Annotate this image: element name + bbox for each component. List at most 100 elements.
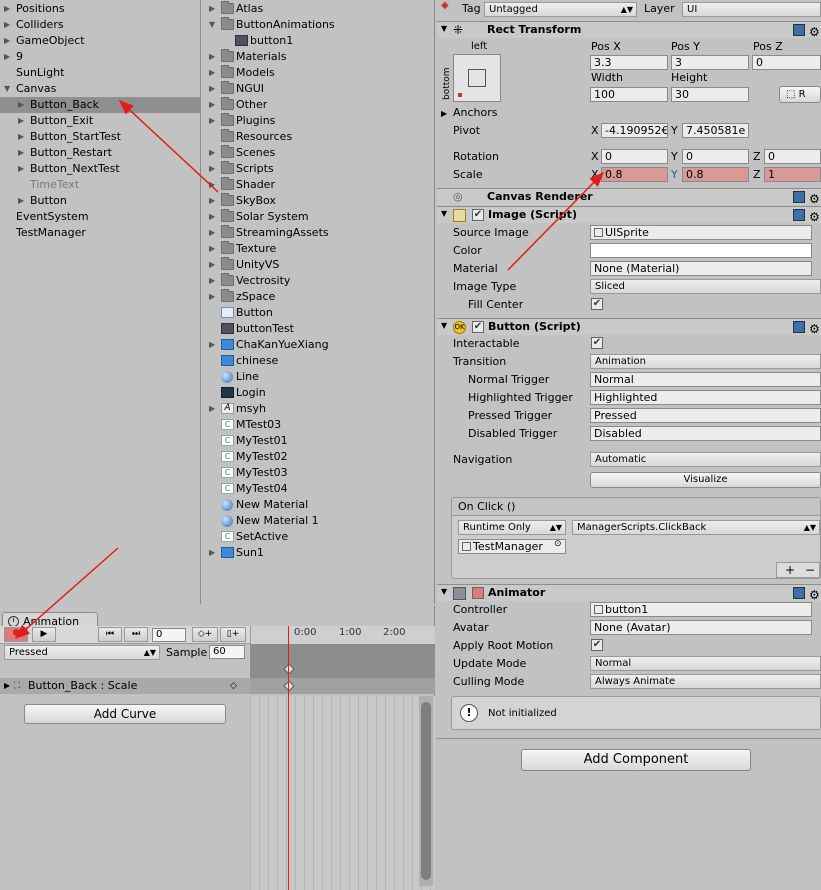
expand-icon[interactable]: ▶ — [209, 257, 215, 273]
expand-icon[interactable]: ▶ — [209, 177, 215, 193]
hierarchy-item[interactable]: ▶ Button_Restart — [0, 145, 200, 161]
sample-field[interactable]: 60 — [209, 645, 245, 659]
animator-header[interactable]: ▼ Animator ⚙ — [437, 584, 821, 601]
project-item[interactable]: New Material — [202, 497, 434, 513]
method-select[interactable]: ManagerScripts.ClickBack ▲▼ — [572, 520, 820, 535]
project-item[interactable]: ▼ ButtonAnimations — [202, 17, 434, 33]
rot-z-field[interactable]: 0 — [764, 149, 821, 164]
project-item[interactable]: ▶ Sun1 — [202, 545, 434, 561]
object-picker-icon[interactable]: ⊙ — [554, 539, 562, 549]
project-item[interactable]: Line — [202, 369, 434, 385]
gear-icon[interactable]: ⚙ — [809, 26, 821, 38]
project-item[interactable]: buttonTest — [202, 321, 434, 337]
highlighted-trigger-field[interactable]: Highlighted — [590, 390, 821, 405]
project-item[interactable]: Resources — [202, 129, 434, 145]
layer-select[interactable]: UI — [682, 2, 821, 17]
hierarchy-item[interactable]: ▶ Positions — [0, 1, 200, 17]
culling-mode-select[interactable]: Always Animate — [590, 674, 821, 689]
project-item[interactable]: ▶ Scripts — [202, 161, 434, 177]
remove-event-icon[interactable]: − — [805, 563, 815, 577]
raw-edit-button[interactable]: ⬚ R — [779, 86, 821, 103]
add-curve-button[interactable]: Add Curve — [24, 704, 226, 724]
rect-transform-header[interactable]: ▼ ⁜ Rect Transform ⚙ — [437, 21, 821, 38]
expand-icon[interactable]: ▶ — [209, 401, 215, 417]
anchors-expand-icon[interactable]: ▶ — [441, 109, 447, 118]
root-motion-checkbox[interactable]: ✔ — [591, 639, 603, 651]
expand-icon[interactable]: ▶ — [209, 289, 215, 305]
hierarchy-item[interactable]: TimeText — [0, 177, 200, 193]
project-item[interactable]: ▶ Plugins — [202, 113, 434, 129]
help-book-icon[interactable] — [793, 209, 805, 221]
normal-trigger-field[interactable]: Normal — [590, 372, 821, 387]
project-item[interactable]: ▶ StreamingAssets — [202, 225, 434, 241]
transition-select[interactable]: Animation — [590, 354, 821, 369]
hierarchy-item[interactable]: ▼ Canvas — [0, 81, 200, 97]
hierarchy-item[interactable]: ▶ Colliders — [0, 17, 200, 33]
runtime-select[interactable]: Runtime Only ▲▼ — [458, 520, 566, 535]
expand-icon[interactable]: ▶ — [209, 545, 215, 561]
posy-field[interactable]: 3 — [671, 55, 749, 70]
project-item[interactable]: ▶ UnityVS — [202, 257, 434, 273]
project-item[interactable]: ▶ Amsyh — [202, 401, 434, 417]
add-component-button[interactable]: Add Component — [521, 749, 751, 771]
project-item[interactable]: ▶ Atlas — [202, 1, 434, 17]
hierarchy-item[interactable]: SunLight — [0, 65, 200, 81]
button-header[interactable]: ▼ OK ✔ Button (Script) ⚙ — [437, 318, 821, 335]
image-enabled-checkbox[interactable]: ✔ — [472, 209, 484, 221]
anchors-label[interactable]: Anchors — [453, 106, 498, 120]
add-event-icon[interactable]: + — [785, 563, 795, 577]
button-enabled-checkbox[interactable]: ✔ — [472, 321, 484, 333]
project-item[interactable]: ▶ Other — [202, 97, 434, 113]
hierarchy-item[interactable]: ▶ Button_StartTest — [0, 129, 200, 145]
expand-icon[interactable]: ▶ — [18, 161, 24, 177]
tag-select[interactable]: Untagged ▲▼ — [484, 2, 637, 17]
target-object-field[interactable]: TestManager — [458, 539, 566, 554]
project-item[interactable]: ▶ Texture — [202, 241, 434, 257]
scrollbar-thumb[interactable] — [421, 702, 431, 880]
timeline-scrollbar[interactable] — [419, 696, 433, 886]
posx-field[interactable]: 3.3 — [590, 55, 668, 70]
expand-icon[interactable]: ▶ — [18, 193, 24, 209]
add-keyframe-button[interactable]: ◇+ — [192, 627, 218, 642]
expand-icon[interactable]: ▶ — [209, 97, 215, 113]
project-item[interactable]: Button — [202, 305, 434, 321]
hierarchy-item[interactable]: ▶ 9 — [0, 49, 200, 65]
expand-icon[interactable]: ▶ — [18, 97, 24, 113]
prev-key-button[interactable]: ⏮ — [98, 627, 122, 642]
timeline-dopesheet[interactable] — [250, 696, 435, 890]
hierarchy-item[interactable]: ▶ Button — [0, 193, 200, 209]
play-button[interactable]: ▶ — [32, 627, 56, 642]
hierarchy-item[interactable]: ▶ Button_Back — [0, 97, 200, 113]
scale-z-field[interactable]: 1 — [764, 167, 821, 182]
project-item[interactable]: ▶ Scenes — [202, 145, 434, 161]
expand-icon[interactable]: ▶ — [209, 241, 215, 257]
project-item[interactable]: New Material 1 — [202, 513, 434, 529]
project-item[interactable]: ▶ zSpace — [202, 289, 434, 305]
update-mode-select[interactable]: Normal — [590, 656, 821, 671]
canvas-renderer-header[interactable]: ◎ Canvas Renderer ⚙ — [437, 188, 821, 205]
help-book-icon[interactable] — [793, 24, 805, 36]
collapse-icon[interactable]: ▼ — [4, 81, 10, 97]
clip-select[interactable]: Pressed ▲▼ — [4, 645, 160, 660]
project-item[interactable]: button1 — [202, 33, 434, 49]
project-item[interactable]: C MyTest01 — [202, 433, 434, 449]
height-field[interactable]: 30 — [671, 87, 749, 102]
expand-icon[interactable]: ▶ — [209, 81, 215, 97]
expand-icon[interactable]: ▶ — [209, 49, 215, 65]
project-item[interactable]: ▶ Shader — [202, 177, 434, 193]
avatar-field[interactable]: None (Avatar) — [590, 620, 812, 635]
hierarchy-item[interactable]: ▶ Button_NextTest — [0, 161, 200, 177]
anchor-preset-button[interactable] — [453, 54, 501, 102]
scale-y-field[interactable]: 0.8 — [682, 167, 749, 182]
expand-icon[interactable]: ▶ — [18, 113, 24, 129]
gear-icon[interactable]: ⚙ — [809, 193, 821, 205]
collapse-icon[interactable]: ▼ — [209, 17, 215, 33]
rot-y-field[interactable]: 0 — [682, 149, 749, 164]
expand-icon[interactable]: ▶ — [209, 337, 215, 353]
key-toggle-icon[interactable]: ◇ — [230, 678, 237, 694]
pivot-x-field[interactable]: -4.190952€ — [601, 123, 668, 138]
project-item[interactable]: C MyTest03 — [202, 465, 434, 481]
material-field[interactable]: None (Material) — [590, 261, 812, 276]
project-item[interactable]: ▶ SkyBox — [202, 193, 434, 209]
expand-icon[interactable]: ▶ — [209, 161, 215, 177]
